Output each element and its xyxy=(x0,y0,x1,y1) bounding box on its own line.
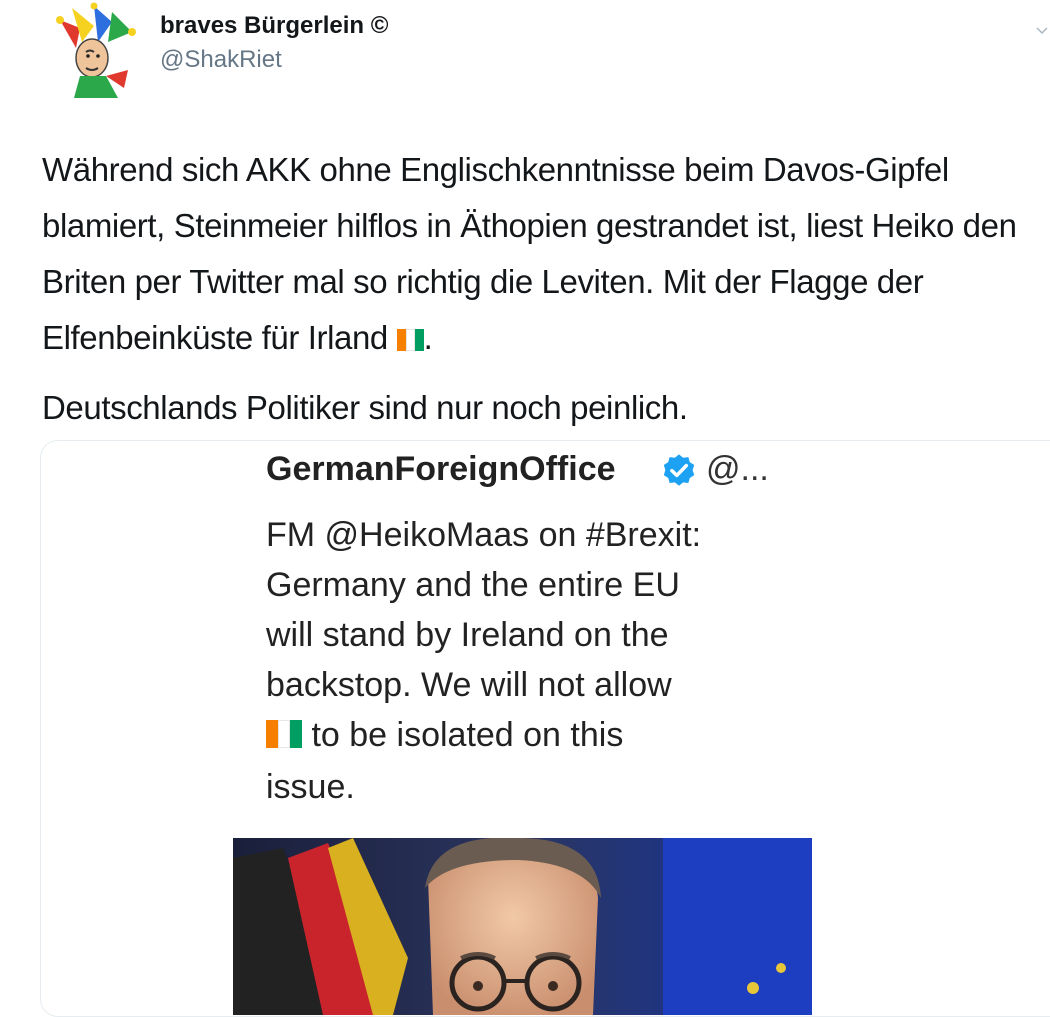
tweet-text: Während sich AKK ohne Englischkenntnisse… xyxy=(42,142,1037,436)
quoted-author-handle: @... xyxy=(706,450,769,488)
ivory-coast-flag-icon xyxy=(396,312,424,368)
tweet-paragraph-1-text: Während sich AKK ohne Englischkenntnisse… xyxy=(42,151,1017,356)
tweet-paragraph-1-end: . xyxy=(423,319,433,356)
chevron-down-icon[interactable] xyxy=(1036,22,1048,40)
verified-badge-icon xyxy=(660,452,698,490)
tweet-paragraph-2: Deutschlands Politiker sind nur noch pei… xyxy=(42,389,688,426)
ivory-coast-flag-icon xyxy=(266,712,302,762)
tweet-paragraph-1: Während sich AKK ohne Englischkenntnisse… xyxy=(42,142,1037,368)
quoted-text-line-5: to be isolated on this xyxy=(302,716,624,754)
quoted-text-line: will stand by Ireland on the xyxy=(266,616,669,654)
quoted-author-name: GermanForeignOffice xyxy=(266,450,616,488)
quoted-text-line: issue. xyxy=(266,768,355,806)
quoted-text-line: FM @HeikoMaas on #Brexit: xyxy=(266,516,702,554)
politician-photo-icon[interactable] xyxy=(233,838,812,1015)
jester-avatar-icon[interactable] xyxy=(46,2,142,98)
quoted-text-line: Germany and the entire EU xyxy=(266,566,680,604)
quoted-tweet-text: FM @HeikoMaas on #Brexit: Germany and th… xyxy=(266,510,786,812)
author-handle[interactable]: @ShakRiet xyxy=(160,46,282,74)
author-display-name[interactable]: braves Bürgerlein © xyxy=(160,12,388,40)
quoted-text-line: backstop. We will not allow xyxy=(266,666,672,704)
quoted-text-line-with-flag: to be isolated on this xyxy=(266,710,786,762)
